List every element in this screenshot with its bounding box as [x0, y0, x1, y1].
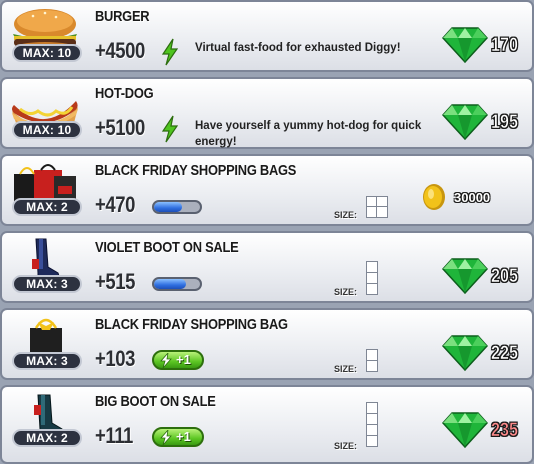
gem-price: 195: [491, 112, 518, 134]
max-badge: MAX: 2: [12, 429, 82, 447]
size-label: SIZE:: [334, 441, 358, 451]
item-name: BURGER: [95, 8, 150, 25]
gem-icon: [442, 27, 488, 64]
coin-price: 30000: [454, 190, 491, 205]
size-grid-2x2: [366, 196, 388, 218]
size-grid-1x4: [366, 402, 378, 447]
plus-energy-pill: +1: [152, 350, 204, 370]
hotdog-icon: MAX: 10: [8, 83, 82, 141]
shop-item-black-friday-shopping-bags[interactable]: MAX: 2 BLACK FRIDAY SHOPPING BAGS +470 S…: [0, 154, 534, 226]
max-badge: MAX: 2: [12, 198, 82, 216]
energy-bolt-icon: [161, 38, 179, 66]
energy-bolt-icon: [161, 115, 179, 143]
big-boot-icon: MAX: 2: [8, 391, 82, 449]
item-name: BIG BOOT ON SALE: [95, 393, 216, 410]
item-name: BLACK FRIDAY SHOPPING BAGS: [95, 162, 297, 179]
item-description: Have yourself a yummy hot-dog for quick …: [195, 120, 422, 148]
shop-item-big-boot-on-sale[interactable]: MAX: 2 BIG BOOT ON SALE +111 +1 SIZE: 23…: [0, 385, 534, 464]
energy-bolt-icon: [160, 353, 172, 368]
shop-item-list: MAX: 10 BURGER +4500 Virtual fast-food f…: [0, 0, 534, 464]
item-value: +515: [95, 269, 135, 294]
gem-icon: [442, 104, 488, 141]
violet-boot-icon: MAX: 3: [8, 237, 82, 295]
size-label: SIZE:: [334, 364, 358, 374]
max-badge: MAX: 10: [12, 44, 82, 62]
max-badge: MAX: 10: [12, 121, 82, 139]
shopping-bag-icon: MAX: 3: [8, 314, 82, 372]
item-name: VIOLET BOOT ON SALE: [95, 239, 239, 256]
plus-energy-pill: +1: [152, 427, 204, 447]
burger-icon: MAX: 10: [8, 6, 82, 64]
capacity-bar-fill: [154, 279, 187, 289]
shop-item-burger[interactable]: MAX: 10 BURGER +4500 Virtual fast-food f…: [0, 0, 534, 72]
item-value: +5100: [95, 115, 145, 140]
max-badge: MAX: 3: [12, 275, 82, 293]
gem-price: 205: [491, 266, 518, 288]
capacity-bar: [152, 277, 202, 291]
item-value: +103: [95, 346, 135, 371]
shopping-bags-icon: MAX: 2: [8, 160, 82, 218]
shop-item-hot-dog[interactable]: MAX: 10 HOT-DOG +5100 Have yourself a yu…: [0, 77, 534, 149]
size-label: SIZE:: [334, 287, 358, 297]
item-value: +111: [95, 423, 133, 448]
energy-bolt-icon: [160, 430, 172, 445]
shop-item-violet-boot-on-sale[interactable]: MAX: 3 VIOLET BOOT ON SALE +515 SIZE: 20…: [0, 231, 534, 303]
item-value: +470: [95, 192, 135, 217]
gem-icon: [442, 335, 488, 372]
item-description: Virtual fast-food for exhausted Diggy!: [195, 42, 401, 54]
gem-icon: [442, 412, 488, 449]
size-label: SIZE:: [334, 210, 358, 220]
max-badge: MAX: 3: [12, 352, 82, 370]
size-grid-1x2: [366, 349, 378, 372]
gem-icon: [442, 258, 488, 295]
shop-item-black-friday-shopping-bag[interactable]: MAX: 3 BLACK FRIDAY SHOPPING BAG +103 +1…: [0, 308, 534, 380]
coin-icon: [423, 184, 445, 210]
size-grid-1x3: [366, 261, 378, 295]
capacity-bar-fill: [154, 202, 182, 212]
plus-energy-amount: +1: [176, 429, 191, 444]
gem-price: 235: [491, 420, 518, 442]
capacity-bar: [152, 200, 202, 214]
item-value: +4500: [95, 38, 145, 63]
item-name: HOT-DOG: [95, 85, 154, 102]
item-name: BLACK FRIDAY SHOPPING BAG: [95, 316, 288, 333]
plus-energy-amount: +1: [176, 352, 191, 367]
gem-price: 225: [491, 343, 518, 365]
gem-price: 170: [491, 35, 518, 57]
